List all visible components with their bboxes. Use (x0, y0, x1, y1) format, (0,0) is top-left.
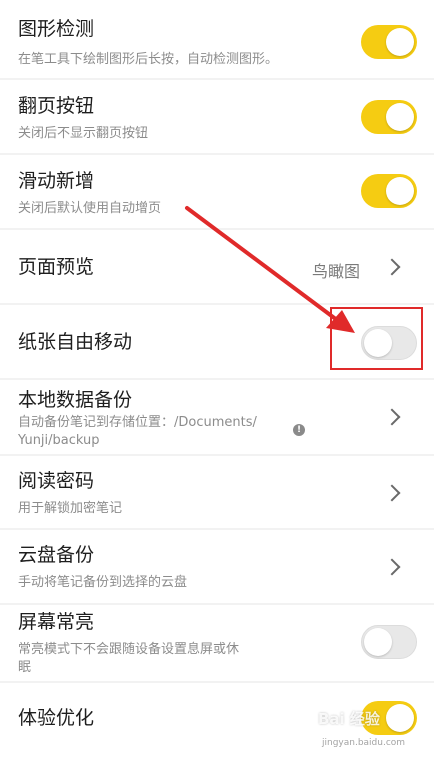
watermark-url: jingyan.baidu.com (322, 738, 406, 748)
annotation-highlight-box (330, 307, 423, 370)
annotation-arrow (185, 206, 355, 333)
arrow-shaft (185, 206, 339, 322)
watermark-logo: Bai 经验 (318, 710, 380, 728)
